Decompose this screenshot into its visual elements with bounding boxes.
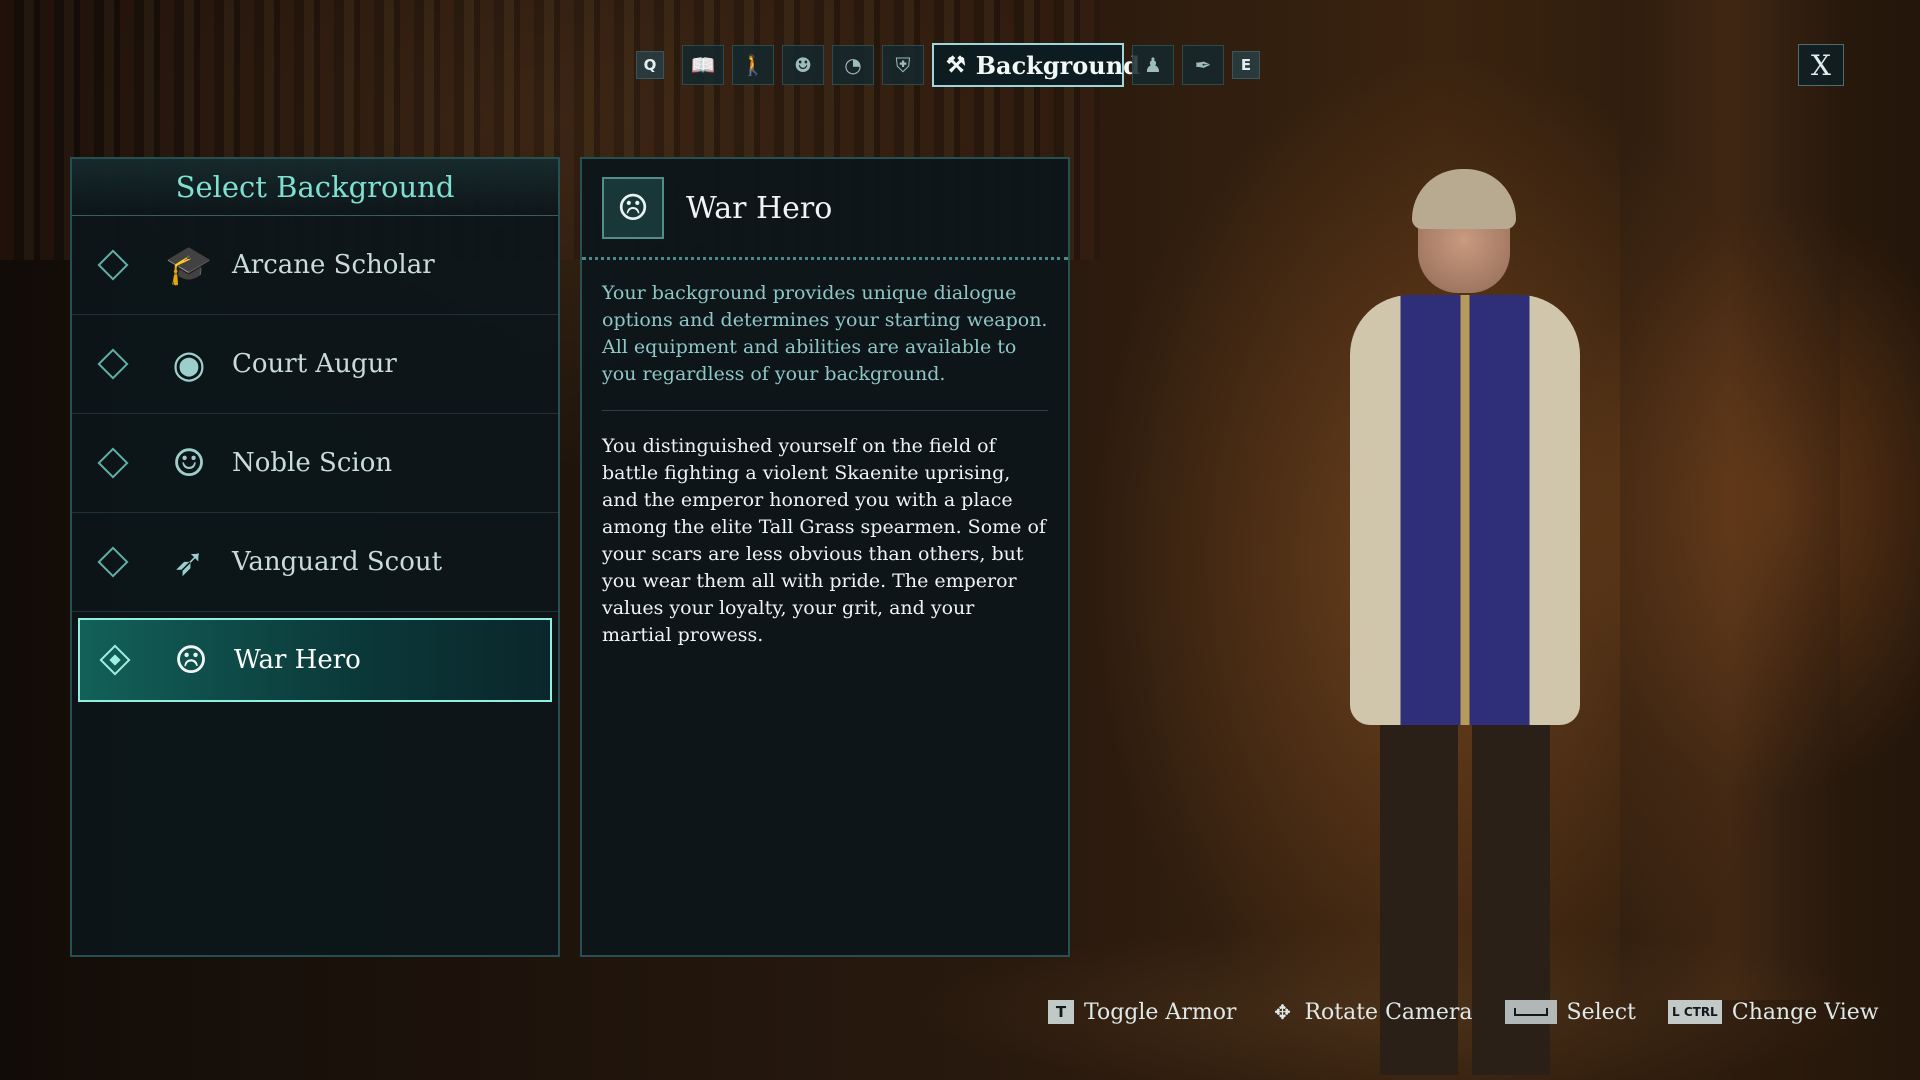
shield-icon: ⛨ <box>895 53 911 77</box>
close-button[interactable]: X <box>1798 44 1844 86</box>
prev-tab-key[interactable]: Q <box>636 51 664 79</box>
background-option-label: Vanguard Scout <box>232 547 443 577</box>
tab-book-icon[interactable]: 📖 <box>682 45 724 85</box>
diamond-icon <box>97 447 129 479</box>
panel-title: Select Background <box>72 159 558 216</box>
tab-shield-icon[interactable]: ⛨ <box>882 45 924 85</box>
hint-change-view[interactable]: L CTRL Change View <box>1667 999 1879 1025</box>
bust-icon: ♟ <box>1144 53 1162 77</box>
spacebar-key-icon <box>1504 1000 1557 1024</box>
tab-face-icon[interactable]: ☻ <box>782 45 824 85</box>
background-pillar <box>1620 0 1840 1000</box>
hint-toggle-armor-label: Toggle Armor <box>1084 999 1237 1025</box>
hint-toggle-armor[interactable]: T Toggle Armor <box>1048 1000 1236 1025</box>
t-key-icon: T <box>1048 1000 1074 1024</box>
quill-icon: ✒ <box>1194 53 1212 77</box>
tab-head-icon[interactable]: ◔ <box>832 45 874 85</box>
detail-title: War Hero <box>686 190 833 226</box>
face-icon: ☻ <box>794 53 812 77</box>
tab-background[interactable]: ⚒ Background <box>932 43 1140 87</box>
tab-quill-icon[interactable]: ✒ <box>1182 45 1224 85</box>
character-preview[interactable] <box>1300 169 1630 1080</box>
background-option-label: Arcane Scholar <box>232 250 435 280</box>
mouse-drag-icon: ✥ <box>1274 1000 1291 1024</box>
background-option-vanguard-scout[interactable]: ➶ Vanguard Scout <box>72 513 558 612</box>
category-tab-bar: Q 📖 🚶 ☻ ◔ ⛨ ⚒ Background ♟ ✒ E <box>636 43 1270 87</box>
tab-background-label: Background <box>975 50 1140 80</box>
detail-intro-text: Your background provides unique dialogue… <box>602 280 1048 411</box>
hint-select-label: Select <box>1566 999 1636 1025</box>
head-icon: ◔ <box>844 53 862 77</box>
background-option-court-augur[interactable]: ◉ Court Augur <box>72 315 558 414</box>
background-option-label: Noble Scion <box>232 448 393 478</box>
eyepatch-face-icon: ☹ <box>173 638 209 682</box>
background-option-arcane-scholar[interactable]: 🎓 Arcane Scholar <box>72 216 558 315</box>
background-option-label: War Hero <box>234 645 361 675</box>
hint-change-view-label: Change View <box>1731 999 1879 1025</box>
book-icon: 📖 <box>690 53 716 77</box>
eye-orb-icon: ◉ <box>172 342 206 386</box>
character-hair <box>1412 169 1516 229</box>
background-detail-panel: ☹ War Hero Your background provides uniq… <box>580 157 1070 957</box>
diamond-selected-icon <box>99 644 131 676</box>
background-option-war-hero[interactable]: ☹ War Hero <box>78 618 552 702</box>
body-icon: 🚶 <box>740 53 766 77</box>
eyepatch-face-icon: ☹ <box>602 177 664 239</box>
diamond-icon <box>97 546 129 578</box>
mortarboard-icon: 🎓 <box>165 242 213 287</box>
hint-select[interactable]: Select <box>1504 999 1636 1025</box>
select-background-panel: Select Background 🎓 Arcane Scholar ◉ Cou… <box>70 157 560 957</box>
lctrl-key-icon: L CTRL <box>1667 1000 1722 1024</box>
diamond-icon <box>97 348 129 380</box>
tab-body-icon[interactable]: 🚶 <box>732 45 774 85</box>
diamond-icon <box>97 249 129 281</box>
hint-rotate-camera-label: Rotate Camera <box>1304 999 1473 1025</box>
detail-body-text: You distinguished yourself on the field … <box>602 435 1046 646</box>
hint-rotate-camera[interactable]: ✥ Rotate Camera <box>1268 998 1472 1026</box>
background-option-label: Court Augur <box>232 349 397 379</box>
control-hints-bar: T Toggle Armor ✥ Rotate Camera Select L … <box>1048 998 1911 1026</box>
background-icon: ⚒ <box>946 52 966 78</box>
noble-face-icon: ☺ <box>171 441 207 485</box>
background-option-noble-scion[interactable]: ☺ Noble Scion <box>72 414 558 513</box>
spear-icon: ➶ <box>173 540 205 584</box>
tab-bust-icon[interactable]: ♟ <box>1132 45 1174 85</box>
next-tab-key[interactable]: E <box>1232 51 1260 79</box>
character-torso <box>1350 295 1580 725</box>
detail-header: ☹ War Hero <box>582 159 1068 260</box>
